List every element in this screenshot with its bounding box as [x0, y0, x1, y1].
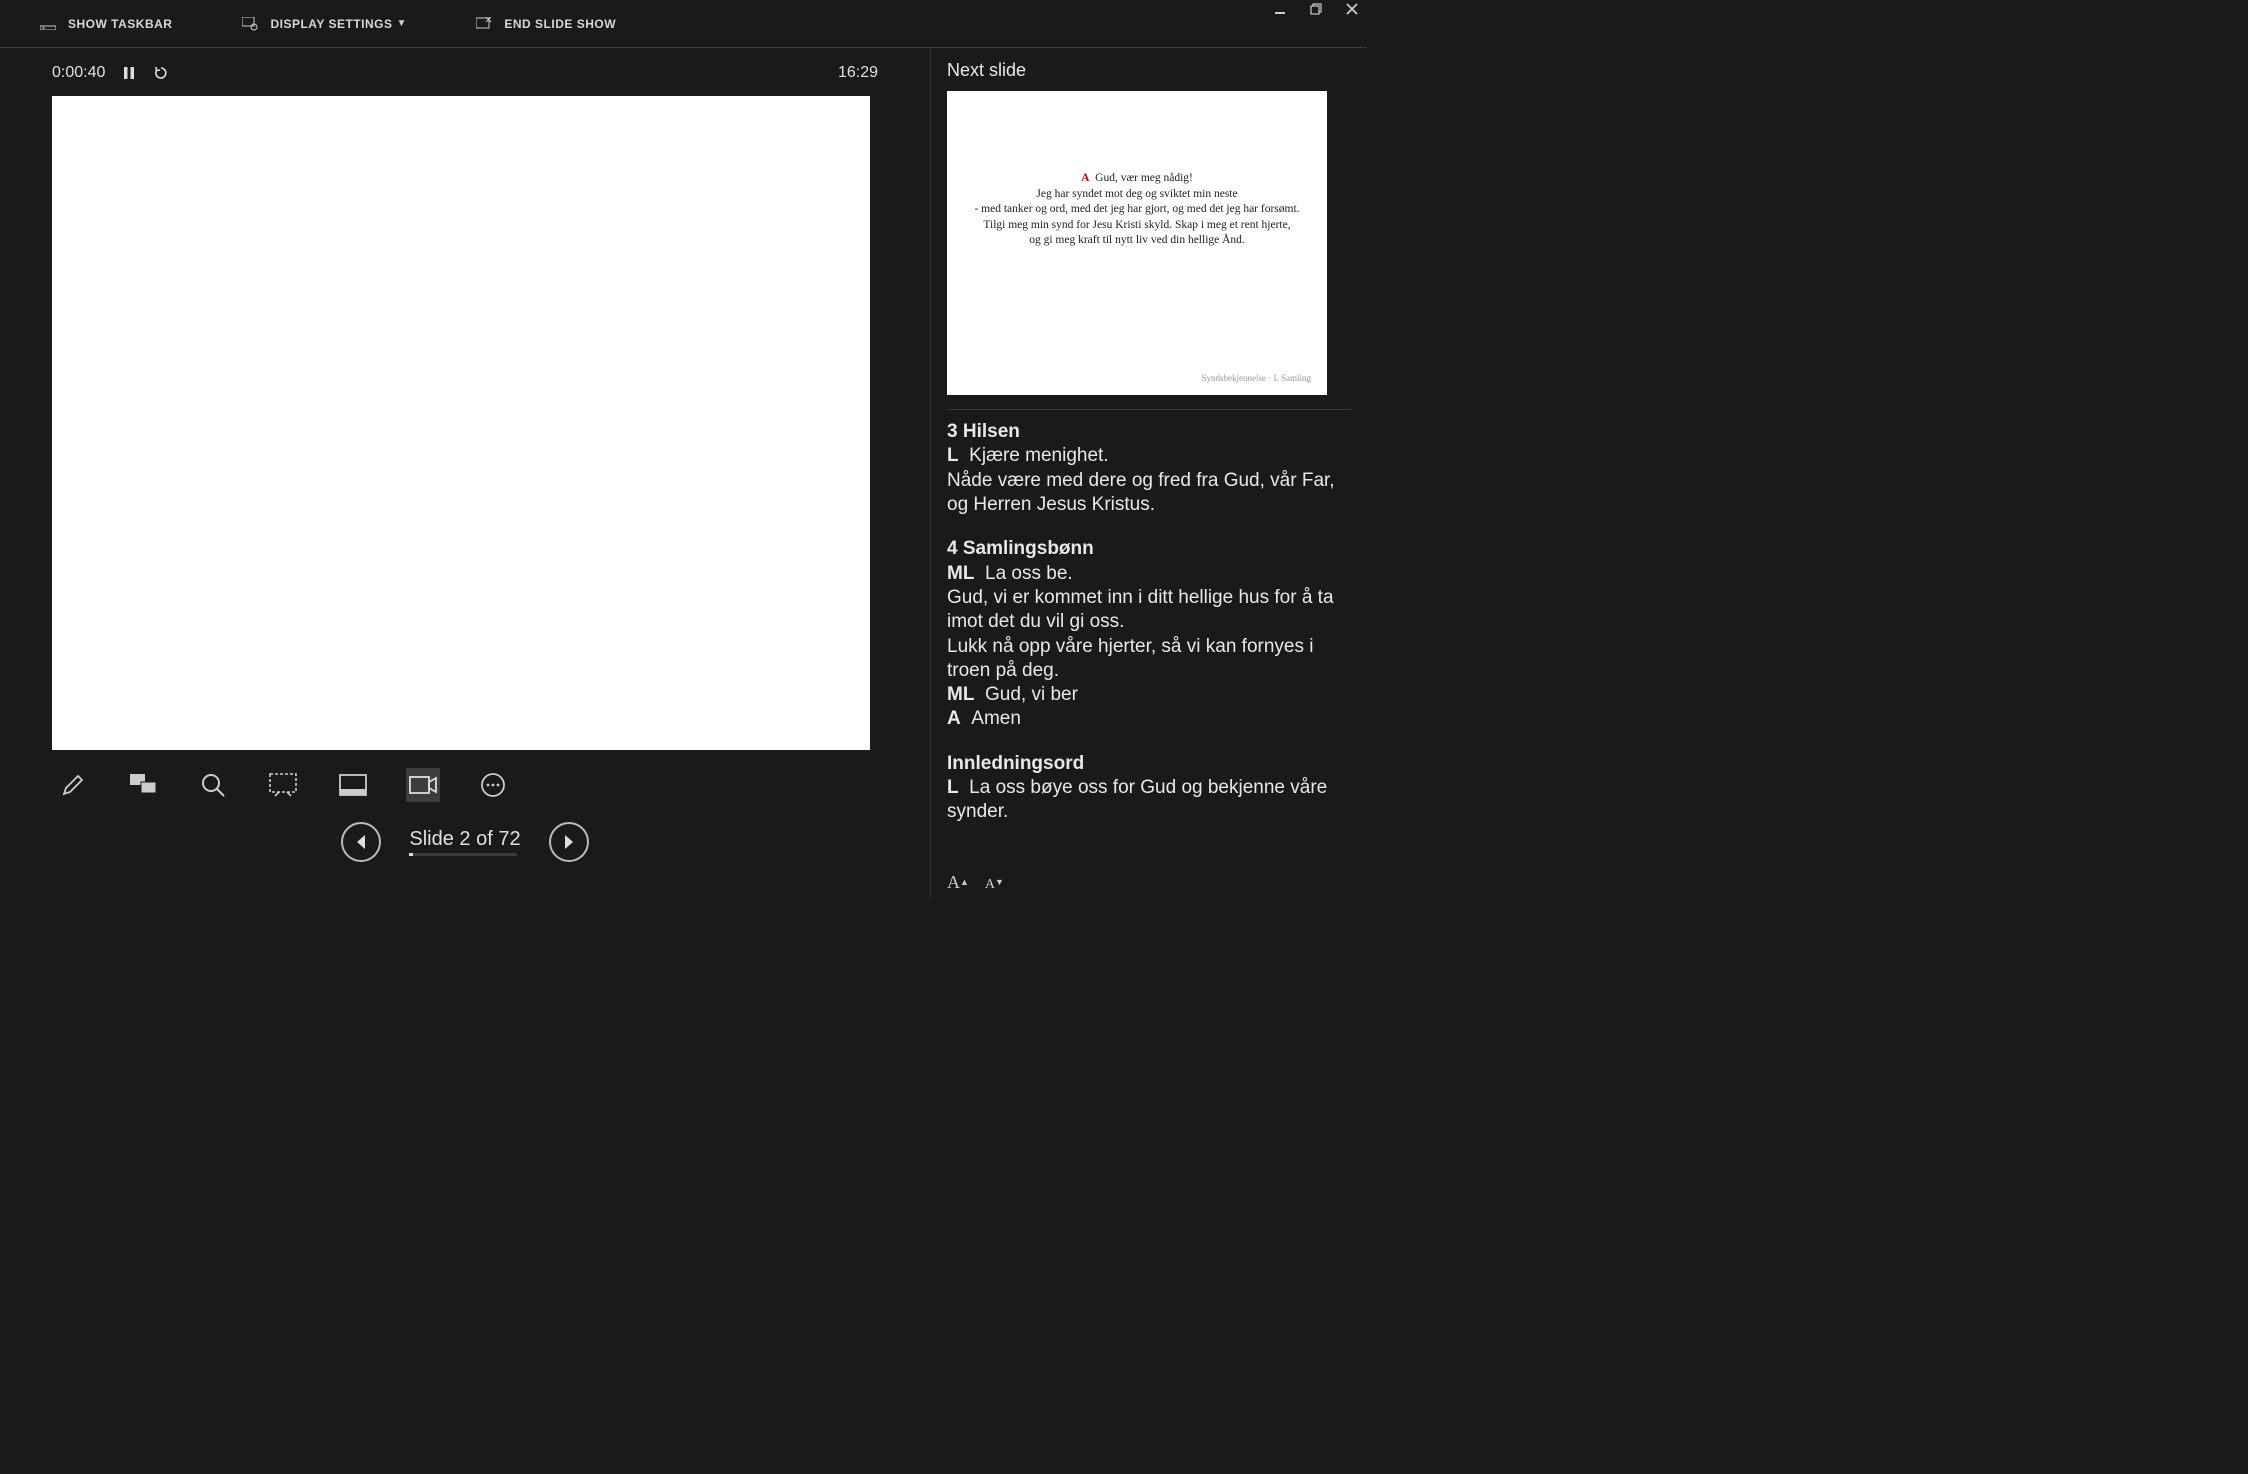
chevron-down-icon: ▼	[396, 18, 406, 29]
timer-row: 0:00:40 16:29	[52, 48, 878, 96]
taskbar-icon	[40, 16, 56, 32]
zoom-tool[interactable]	[196, 768, 230, 802]
tool-row	[52, 750, 878, 802]
notes-s5-l-text: La oss bøye oss for Gud og bekjenne våre…	[947, 777, 1327, 822]
subtitles-tool[interactable]	[336, 768, 370, 802]
nav-row: Slide 2 of 72	[52, 802, 878, 862]
end-show-icon	[476, 16, 492, 32]
slide-counter-wrap: Slide 2 of 72	[409, 828, 520, 856]
font-size-controls: A▲ A▼	[947, 872, 1004, 893]
left-pane: 0:00:40 16:29	[0, 48, 930, 897]
notes-s3-title: 3 Hilsen	[947, 420, 1351, 444]
minimize-button[interactable]	[1273, 2, 1287, 16]
next-slide-line3: - med tanker og ord, med det jeg har gjo…	[947, 202, 1327, 218]
next-slide-prefix: A	[1081, 172, 1089, 184]
notes-s4-body1: Gud, vi er kommet inn i ditt hellige hus…	[947, 586, 1351, 635]
end-slide-show-label: END SLIDE SHOW	[504, 17, 616, 31]
next-slide-footer: Syndsbekjennelse · I. Samling	[1202, 373, 1312, 383]
next-slide-line4: Tilgi meg min synd for Jesu Kristi skyld…	[947, 218, 1327, 234]
pause-button[interactable]	[123, 66, 135, 80]
notes-s4-title: 4 Samlingsbønn	[947, 537, 1351, 561]
reset-button[interactable]	[153, 65, 169, 81]
next-slide-line1: Gud, vær meg nådig!	[1095, 172, 1193, 184]
notes-s4-ml2-text: Gud, vi ber	[985, 684, 1078, 705]
display-settings-label: DISPLAY SETTINGS	[270, 17, 392, 31]
notes-s4-body2: Lukk nå opp våre hjerter, så vi kan forn…	[947, 635, 1351, 684]
show-taskbar-button[interactable]: SHOW TASKBAR	[40, 16, 172, 32]
slides-grid-tool[interactable]	[126, 768, 160, 802]
next-slide-content: A Gud, vær meg nådig! Jeg har syndet mot…	[947, 171, 1327, 249]
main-area: 0:00:40 16:29	[0, 48, 1367, 897]
display-settings-button[interactable]: DISPLAY SETTINGS ▼	[242, 16, 406, 32]
notes-s3-l-text: Kjære menighet.	[969, 445, 1108, 466]
speaker-notes: 3 Hilsen L Kjære menighet. Nåde være med…	[947, 420, 1351, 825]
window-controls	[1273, 2, 1359, 16]
close-button[interactable]	[1345, 2, 1359, 16]
progress-bar[interactable]	[409, 853, 517, 856]
right-pane: Next slide A Gud, vær meg nådig! Jeg har…	[930, 48, 1367, 897]
elapsed-time: 0:00:40	[52, 64, 105, 82]
next-slide-heading: Next slide	[947, 60, 1351, 81]
show-taskbar-label: SHOW TASKBAR	[68, 17, 172, 31]
display-settings-icon	[242, 16, 258, 32]
notes-s5-l-prefix: L	[947, 777, 959, 798]
notes-s5-title: Innledningsord	[947, 752, 1351, 776]
end-slide-show-button[interactable]: END SLIDE SHOW	[476, 16, 616, 32]
notes-s3-body: Nåde være med dere og fred fra Gud, vår …	[947, 469, 1351, 518]
increase-font-button[interactable]: A▲	[947, 872, 969, 893]
next-slide-line5: og gi meg kraft til nytt liv ved din hel…	[947, 233, 1327, 249]
notes-s3-l-prefix: L	[947, 445, 959, 466]
notes-s4-ml1-text: La oss be.	[985, 563, 1073, 584]
prev-slide-button[interactable]	[341, 822, 381, 862]
clock-time: 16:29	[838, 64, 878, 82]
notes-s4-ml2-prefix: ML	[947, 684, 974, 705]
restore-button[interactable]	[1309, 2, 1323, 16]
divider	[947, 409, 1351, 410]
next-slide-line2: Jeg har syndet mot deg og sviktet min ne…	[947, 187, 1327, 203]
notes-s4-a-prefix: A	[947, 708, 961, 729]
current-slide[interactable]	[52, 96, 870, 750]
next-slide-button[interactable]	[549, 822, 589, 862]
notes-s4-ml1-prefix: ML	[947, 563, 974, 584]
pen-tool[interactable]	[56, 768, 90, 802]
notes-s4-a-text: Amen	[971, 708, 1021, 729]
next-slide-preview[interactable]: A Gud, vær meg nådig! Jeg har syndet mot…	[947, 91, 1327, 395]
camera-tool[interactable]	[406, 768, 440, 802]
top-toolbar: SHOW TASKBAR DISPLAY SETTINGS ▼ END SLID…	[0, 0, 1367, 48]
more-options-tool[interactable]	[476, 768, 510, 802]
slide-counter: Slide 2 of 72	[409, 828, 520, 851]
decrease-font-button[interactable]: A▼	[985, 872, 1004, 893]
black-screen-tool[interactable]	[266, 768, 300, 802]
